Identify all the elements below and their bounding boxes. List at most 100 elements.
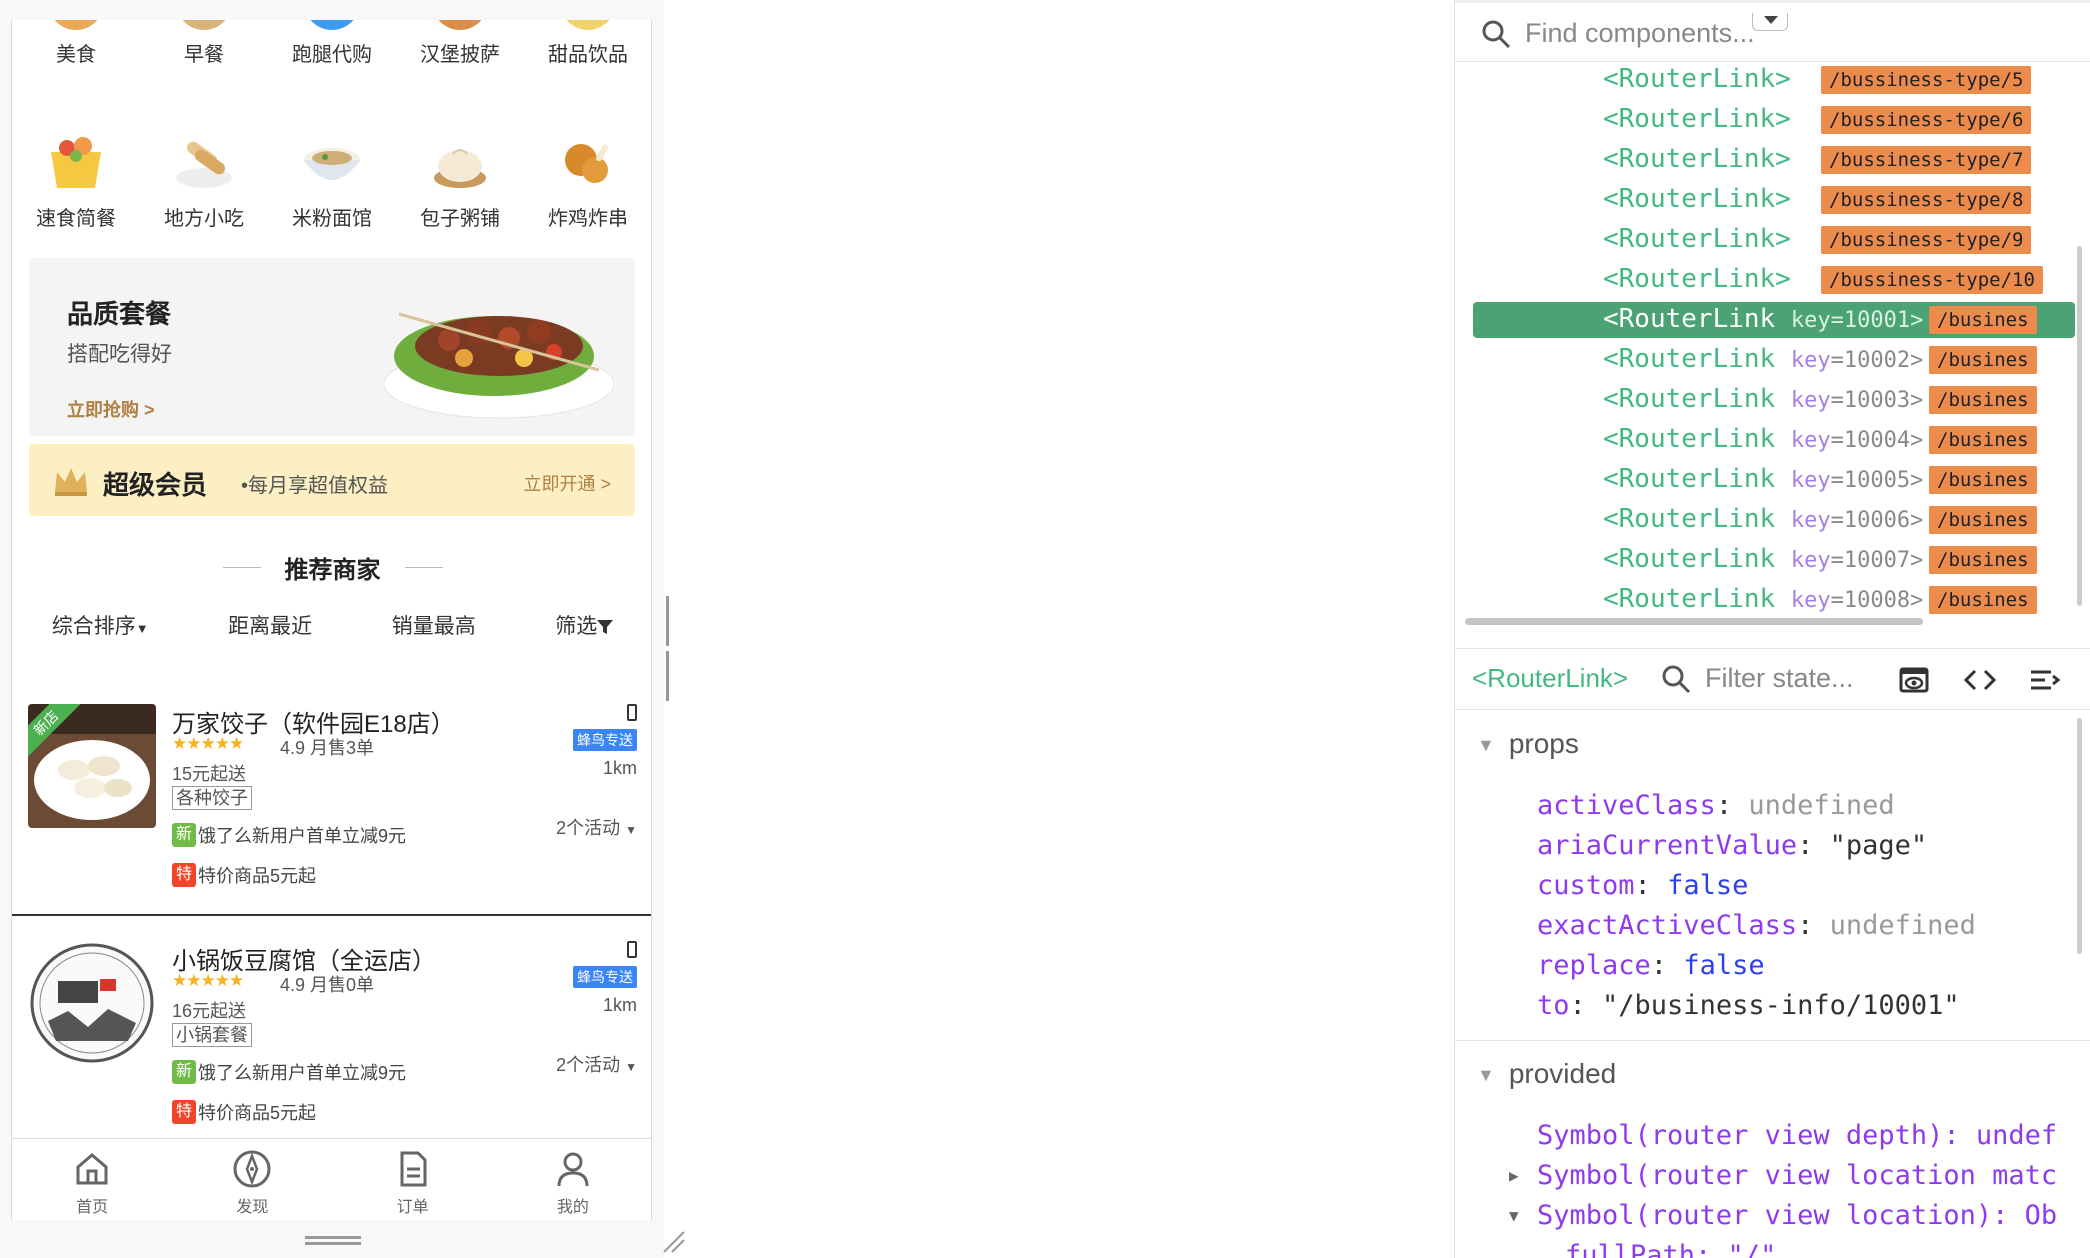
search-icon — [1662, 665, 1691, 694]
prop-custom[interactable]: custom: false — [1537, 870, 1976, 910]
tab-home[interactable]: 首页 — [12, 1139, 172, 1220]
sort-comprehensive[interactable]: 综合排序▼ — [52, 610, 149, 650]
divider-left — [222, 567, 261, 568]
sort-bar: 综合排序▼ 距离最近 销量最高 筛选 — [12, 610, 651, 650]
provided-list: Symbol(router view depth): undef ▶ Symbol… — [1509, 1120, 2057, 1258]
prop-exactActiveClass[interactable]: exactActiveClass: undefined — [1537, 910, 1976, 950]
tree-horizontal-scrollbar[interactable] — [1465, 618, 1923, 625]
search-options-dropdown[interactable] — [1752, 13, 1788, 31]
prop-activeClass[interactable]: activeClass: undefined — [1537, 790, 1976, 830]
user-icon — [557, 1152, 589, 1187]
inspector-vertical-scrollbar[interactable] — [2077, 718, 2082, 954]
category-fried-chicken[interactable]: 炸鸡炸串 — [524, 130, 651, 231]
app-root: 美食 早餐 跑腿代购 汉堡披萨 甜品饮品 速食简餐 地方小吃 米粉面馆 包子粥铺… — [0, 0, 2090, 1258]
shop-image: 新店 — [28, 704, 156, 828]
category-dessert-drinks[interactable]: 甜品饮品 — [524, 20, 651, 67]
category-noodles[interactable]: 米粉面馆 — [268, 130, 396, 231]
caret-right-icon[interactable]: ▶ — [1509, 1166, 1519, 1185]
tree-node-routerlink[interactable]: <RouterLink>/bussiness-type/6 — [1455, 102, 2075, 138]
caret-down-icon: ▼ — [625, 1060, 637, 1074]
tree-node-routerlink[interactable]: <RouterLink key=10004>/busines — [1455, 422, 2075, 458]
caret-down-icon[interactable]: ▼ — [1509, 1206, 1519, 1225]
caret-down-icon: ▼ — [625, 823, 637, 837]
tree-node-routerlink[interactable]: <RouterLink key=10003>/busines — [1455, 382, 2075, 418]
star-rating-icon: ★★★★★ — [172, 971, 244, 990]
super-member-banner[interactable]: 超级会员 •每月享超值权益 立即开通 > — [29, 444, 635, 516]
sort-filter[interactable]: 筛选 — [555, 610, 614, 650]
category-fast-food[interactable]: 速食简餐 — [12, 130, 140, 231]
bottom-resize-handle[interactable] — [305, 1236, 361, 1246]
phone-icon[interactable] — [627, 704, 637, 721]
props-list: activeClass: undefined ariaCurrentValue:… — [1537, 790, 1976, 1030]
shop-card[interactable]: 新店 万家饺子（软件园E18店） ★★★★★ 4.9 月售3单 15元起送 各种… — [12, 680, 651, 916]
shop-min-order: 16元起送 — [172, 1001, 247, 1021]
tree-node-routerlink[interactable]: <RouterLink key=10006>/busines — [1455, 502, 2075, 538]
tree-node-routerlink[interactable]: <RouterLink>/bussiness-type/10 — [1455, 262, 2075, 298]
tree-node-routerlink[interactable]: <RouterLink key=10008>/busines — [1455, 582, 2075, 618]
component-search-input[interactable]: Find components... — [1525, 18, 1755, 49]
more-options-icon[interactable] — [2029, 665, 2061, 695]
tab-profile[interactable]: 我的 — [493, 1139, 651, 1220]
sort-sales[interactable]: 销量最高 — [392, 610, 476, 650]
activity-count-toggle[interactable]: 2个活动 ▼ — [556, 814, 637, 840]
quality-buy-link[interactable]: 立即抢购 > — [67, 396, 155, 422]
activity-count-toggle[interactable]: 2个活动 ▼ — [556, 1051, 637, 1077]
shop-rating: 4.9 月售3单 — [280, 738, 375, 758]
prop-replace[interactable]: replace: false — [1537, 950, 1976, 990]
filter-state-input[interactable]: Filter state... — [1705, 663, 1854, 694]
delivery-badge: 蜂鸟专送 — [573, 729, 637, 751]
dessert-icon — [560, 20, 616, 30]
prop-ariaCurrentValue[interactable]: ariaCurrentValue: "page" — [1537, 830, 1976, 870]
caret-down-icon: ▼ — [135, 621, 149, 636]
shop-min-order: 15元起送 — [172, 764, 247, 784]
open-in-editor-icon[interactable] — [1963, 665, 1997, 695]
tab-orders[interactable]: 订单 — [333, 1139, 493, 1220]
quality-title: 品质套餐 — [67, 299, 172, 329]
tree-node-routerlink[interactable]: <RouterLink>/bussiness-type/9 — [1455, 222, 2075, 258]
bottom-tab-bar: 首页 发现 订单 我的 — [12, 1138, 651, 1220]
provided-sub-item[interactable]: fullPath: "/" — [1537, 1240, 2057, 1258]
component-search-bar: Find components... — [1455, 0, 2090, 62]
tab-discover[interactable]: 发现 — [172, 1139, 332, 1220]
prop-to[interactable]: to: "/business-info/10001" — [1537, 990, 1976, 1030]
mobile-preview: 美食 早餐 跑腿代购 汉堡披萨 甜品饮品 速食简餐 地方小吃 米粉面馆 包子粥铺… — [0, 0, 685, 1258]
caret-down-icon: ▼ — [1477, 735, 1495, 756]
quality-combo-banner[interactable]: 品质套餐 搭配吃得好 立即抢购 > — [29, 258, 635, 436]
shop-distance: 1km — [602, 758, 637, 778]
category-buns-porridge[interactable]: 包子粥铺 — [396, 130, 524, 231]
divider-right — [404, 567, 443, 568]
provided-section-toggle[interactable]: ▼ provided — [1477, 1058, 1616, 1090]
category-row-2: 速食简餐 地方小吃 米粉面馆 包子粥铺 炸鸡炸串 — [12, 130, 651, 231]
shop-activity-special: 特特价商品5元起 — [172, 862, 316, 888]
props-section-toggle[interactable]: ▼ props — [1477, 728, 1579, 760]
sort-distance[interactable]: 距离最近 — [228, 610, 312, 650]
tree-node-routerlink[interactable]: <RouterLink>/bussiness-type/7 — [1455, 142, 2075, 178]
phone-screen: 美食 早餐 跑腿代购 汉堡披萨 甜品饮品 速食简餐 地方小吃 米粉面馆 包子粥铺… — [11, 20, 652, 1220]
tree-vertical-scrollbar[interactable] — [2077, 246, 2082, 606]
burger-icon — [432, 20, 488, 30]
vip-open-link[interactable]: 立即开通 > — [523, 470, 611, 496]
provided-item[interactable]: Symbol(router view depth): undef — [1537, 1120, 2057, 1160]
category-local-snacks[interactable]: 地方小吃 — [140, 130, 268, 231]
category-food[interactable]: 美食 — [12, 20, 140, 67]
tree-node-routerlink[interactable]: <RouterLink key=10005>/busines — [1455, 462, 2075, 498]
tree-node-routerlink[interactable]: <RouterLink key=10002>/busines — [1455, 342, 2075, 378]
category-errand[interactable]: 跑腿代购 — [268, 20, 396, 67]
shop-card[interactable]: 小锅饭豆腐馆（全运店） ★★★★★ 4.9 月售0单 16元起送 小锅套餐 蜂鸟… — [12, 917, 651, 1153]
tree-node-routerlink[interactable]: <RouterLink>/bussiness-type/8 — [1455, 182, 2075, 218]
tree-node-routerlink-selected[interactable]: <RouterLink key=10001>/busines — [1455, 302, 2075, 338]
category-breakfast[interactable]: 早餐 — [140, 20, 268, 67]
tree-node-routerlink[interactable]: <RouterLink>/bussiness-type/5 — [1455, 62, 2075, 98]
provided-item[interactable]: ▶ Symbol(router view location matc — [1509, 1160, 2057, 1200]
shop-activity-new: 新饿了么新用户首单立减9元 — [172, 1059, 406, 1085]
provided-item[interactable]: ▼ Symbol(router view location): Ob — [1509, 1200, 2057, 1240]
tree-node-routerlink[interactable]: <RouterLink key=10007>/busines — [1455, 542, 2075, 578]
inspect-dom-icon[interactable] — [1899, 665, 1929, 695]
panel-resize-handle[interactable] — [666, 596, 674, 701]
phone-icon[interactable] — [627, 941, 637, 958]
corner-resize-icon[interactable] — [660, 1228, 686, 1254]
shop-tag: 各种饺子 — [172, 786, 252, 810]
category-burger-pizza[interactable]: 汉堡披萨 — [396, 20, 524, 67]
filter-icon — [597, 620, 614, 635]
home-icon — [76, 1153, 108, 1185]
